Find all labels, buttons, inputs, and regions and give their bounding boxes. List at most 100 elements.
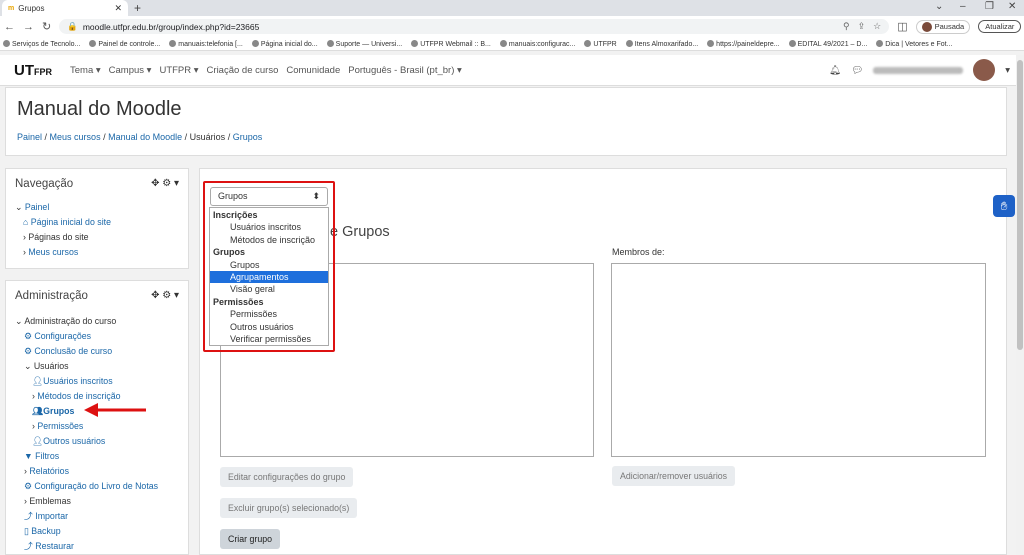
page-title: Manual do Moodle [17, 98, 182, 120]
bookmark-item[interactable]: https://paineldepre... [707, 39, 780, 48]
menu-criacao-curso[interactable]: Criação de curso [207, 65, 279, 76]
address-row: ← → ↻ 🔒 moodle.utfpr.edu.br/group/index.… [0, 16, 1024, 37]
block-controls[interactable]: ✥ ⚙ ▾ [151, 290, 179, 301]
sidepanel-icon[interactable]: ◫ [897, 20, 907, 33]
bookmark-item[interactable]: Dica | Vetores e Fot... [876, 39, 952, 48]
bell-icon[interactable]: 🔔︎ [829, 65, 841, 76]
browser-tab[interactable]: m Grupos ✕ [2, 0, 128, 16]
red-highlight-annotation [203, 181, 335, 352]
admin-backup[interactable]: ▯ Backup [15, 524, 158, 539]
home-icon: ⌂ [23, 217, 29, 227]
menu-utfpr[interactable]: UTFPR ▾ [159, 65, 198, 76]
bookmark-item[interactable]: Painel de controle... [89, 39, 160, 48]
update-button[interactable]: Atualizar [978, 20, 1022, 33]
close-window-icon[interactable]: ✕ [1008, 1, 1016, 12]
navigation-block: Navegação ✥ ⚙ ▾ ⌄ Painel ⌂ Página inicia… [5, 168, 189, 269]
chevron-down-icon[interactable]: ▾ [1005, 65, 1010, 76]
admin-course-admin[interactable]: ⌄ Administração do curso [15, 314, 158, 329]
admin-configuracoes[interactable]: ⚙ Configurações [15, 329, 158, 344]
admin-gradebook[interactable]: ⚙ Configuração do Livro de Notas [15, 479, 158, 494]
admin-relatorios[interactable]: › Relatórios [15, 464, 158, 479]
administration-title: Administração [15, 290, 88, 302]
breadcrumb-painel[interactable]: Painel [17, 132, 42, 142]
bookmark-item[interactable]: UTFPR Webmail :: B... [411, 39, 491, 48]
scrollbar-thumb[interactable] [1017, 60, 1023, 350]
menu-comunidade[interactable]: Comunidade [286, 65, 340, 76]
members-label: Membros de: [612, 247, 665, 257]
breadcrumb-curso[interactable]: Manual do Moodle [108, 132, 182, 142]
page-header: Manual do Moodle Painel / Meus cursos / … [5, 87, 1007, 156]
profile-status: Pausada [934, 22, 965, 31]
profile-avatar [921, 21, 932, 32]
share-icon[interactable]: ⇪ [858, 21, 866, 32]
add-remove-users-button[interactable]: Adicionar/remover usuários [612, 466, 736, 486]
chat-icon[interactable]: 💬︎ [851, 65, 863, 76]
file-icon: ▯ [24, 526, 29, 536]
bookmark-item[interactable]: manuais:configurac... [499, 39, 575, 48]
accessibility-icon[interactable]: ✋︎ [993, 195, 1015, 217]
lock-icon: 🔒 [67, 21, 78, 31]
minimize-icon[interactable]: – [960, 1, 966, 12]
gear-icon: ⚙ [24, 481, 32, 491]
bookmark-item[interactable]: manuais:telefonia [... [169, 39, 243, 48]
restore-icon[interactable]: ❐ [985, 1, 994, 12]
admin-filtros[interactable]: ▼ Filtros [15, 449, 158, 464]
admin-importar[interactable]: ⤴ Importar [15, 509, 158, 524]
bookmark-item[interactable]: UTFPR [584, 39, 617, 48]
admin-permissoes[interactable]: › Permissões [15, 419, 158, 434]
bookmark-item[interactable]: Itens Almoxarifado... [625, 39, 698, 48]
user-plus-icon: 👤︎ [32, 436, 44, 446]
bookmark-item[interactable]: EDITAL 49/2021 – D... [788, 39, 867, 48]
admin-usuarios-inscritos[interactable]: 👤︎Usuários inscritos [15, 374, 158, 389]
create-group-button[interactable]: Criar grupo [220, 529, 281, 549]
nav-item-my-courses[interactable]: › Meus cursos [15, 245, 111, 260]
user-plus-icon: 👤︎ [32, 376, 44, 386]
breadcrumb-grupos[interactable]: Grupos [233, 132, 263, 142]
nav-item-home[interactable]: ⌂ Página inicial do site [15, 215, 111, 230]
navigation-title: Navegação [15, 178, 74, 190]
user-name-blurred[interactable] [873, 66, 964, 74]
gear-icon: ⚙ [24, 331, 32, 341]
block-controls[interactable]: ✥ ⚙ ▾ [151, 178, 179, 189]
admin-emblemas[interactable]: › Emblemas [15, 494, 158, 509]
bookmark-item[interactable]: Suporte — Universi... [326, 39, 402, 48]
members-listbox[interactable] [611, 263, 986, 457]
nav-item-painel[interactable]: ⌄ Painel [15, 200, 111, 215]
menu-language[interactable]: Português - Brasil (pt_br) ▾ [348, 65, 462, 76]
edit-group-button[interactable]: Editar configurações do grupo [220, 467, 354, 487]
breadcrumb-meus-cursos[interactable]: Meus cursos [50, 132, 101, 142]
delete-groups-button[interactable]: Excluir grupo(s) selecionado(s) [220, 498, 358, 518]
favicon-icon: m [8, 4, 15, 12]
back-icon[interactable]: ← [4, 21, 15, 33]
reload-icon[interactable]: ↻ [42, 20, 51, 33]
import-icon: ⤴ [24, 511, 33, 521]
bookmark-item[interactable]: Página inicial do... [251, 39, 318, 48]
profile-button[interactable]: Pausada [915, 19, 971, 34]
url-text: moodle.utfpr.edu.br/group/index.php?id=2… [82, 21, 260, 32]
admin-restaurar[interactable]: ⤴ Restaurar [15, 539, 158, 554]
zoom-icon[interactable]: ⚲ [843, 21, 850, 32]
bookmark-item[interactable]: Serviços de Tecnolo... [3, 39, 80, 48]
admin-conclusao[interactable]: ⚙ Conclusão de curso [15, 344, 158, 359]
section-title: e Grupos [330, 224, 390, 240]
restore-icon: ⤴ [24, 541, 33, 551]
forward-icon[interactable]: → [23, 21, 34, 33]
red-arrow-annotation [84, 403, 146, 417]
menu-campus[interactable]: Campus ▾ [109, 65, 152, 76]
user-avatar[interactable] [973, 59, 996, 81]
chevron-down-icon[interactable]: ⌄ [935, 1, 943, 12]
browser-tabbar [0, 0, 1024, 16]
gear-icon: ⚙ [24, 346, 32, 356]
site-logo[interactable]: UTFPR [14, 62, 52, 79]
star-icon[interactable]: ☆ [873, 21, 881, 32]
users-icon: 👥︎ [32, 406, 44, 416]
url-bar[interactable]: 🔒 moodle.utfpr.edu.br/group/index.php?id… [59, 19, 890, 34]
admin-usuarios[interactable]: ⌄ Usuários [15, 359, 158, 374]
new-tab-icon[interactable]: + [134, 1, 141, 15]
nav-item-site-pages[interactable]: › Páginas do site [15, 230, 111, 245]
admin-outros-usuarios[interactable]: 👤︎Outros usuários [15, 434, 158, 449]
menu-tema[interactable]: Tema ▾ [70, 65, 101, 76]
close-icon[interactable]: ✕ [114, 3, 122, 14]
bookmarks-bar: Serviços de Tecnolo... Painel de control… [0, 37, 1024, 51]
filter-icon: ▼ [24, 451, 33, 461]
